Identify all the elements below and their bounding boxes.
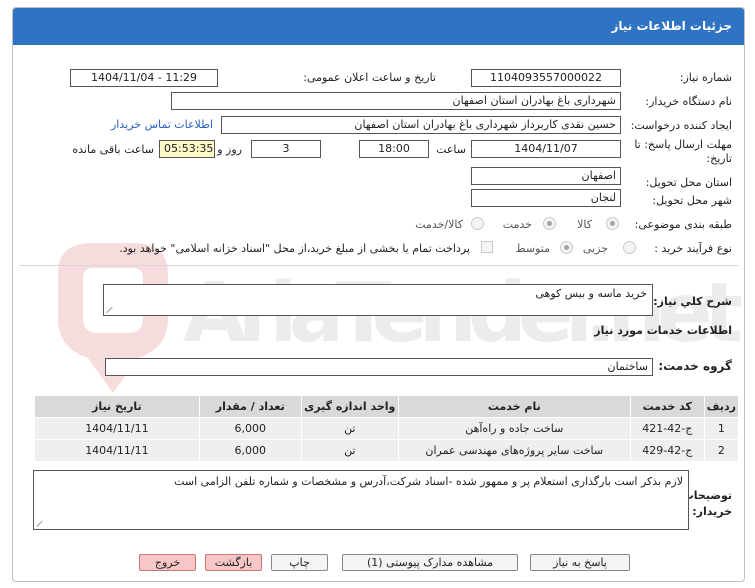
summary-text: خرید ماسه و بیس کوهی: [535, 287, 647, 300]
remaining-time-field: 05:53:35: [159, 140, 215, 158]
col-quantity: تعداد / مقدار: [198, 395, 302, 418]
services-section-title: اطلاعات خدمات مورد نیاز: [594, 324, 732, 337]
buyer-contact-link[interactable]: اطلاعات تماس خریدار: [111, 118, 213, 131]
announce-datetime-label: تاریخ و ساعت اعلان عمومی:: [303, 71, 436, 84]
cell-service-code: ج-42-429: [629, 439, 705, 462]
need-number-field[interactable]: 1104093557000022: [471, 69, 621, 87]
print-button[interactable]: چاپ: [271, 554, 328, 571]
category-option-goods-service: کالا/خدمت: [415, 218, 463, 231]
reply-button[interactable]: پاسخ به نیاز: [530, 554, 630, 571]
section-divider: [19, 265, 738, 266]
announce-datetime-field[interactable]: 1404/11/04 - 11:29: [70, 69, 218, 87]
days-field[interactable]: 3: [251, 140, 321, 158]
deadline-label-text: مهلت ارسال پاسخ: تا تاریخ:: [634, 138, 732, 165]
resize-grip-icon[interactable]: [37, 519, 45, 527]
need-details-window: جزئیات اطلاعات نیاز AriaTender.net شماره…: [12, 7, 745, 582]
category-radio-service[interactable]: [543, 217, 556, 230]
services-table-header: ردیف کد خدمت نام خدمت واحد اندازه گیری ت…: [34, 395, 740, 418]
buyer-notes-textarea[interactable]: لازم بذکر است بارگذاری استعلام پر و ممهو…: [33, 470, 689, 530]
deadline-time-field[interactable]: 18:00: [359, 140, 429, 158]
city-field[interactable]: لنجان: [471, 189, 621, 207]
treasury-payment-note: پرداخت تمام یا بخشی از مبلغ خرید،از محل …: [119, 242, 470, 255]
process-radio-minor[interactable]: [623, 241, 636, 254]
process-option-minor: جزیی: [582, 242, 608, 255]
attachments-button[interactable]: مشاهده مدارک پیوستی (1): [342, 554, 518, 571]
category-option-service: خدمت: [502, 218, 532, 231]
province-label: استان محل تحویل:: [645, 176, 732, 189]
summary-label: شرح کلي نياز:: [653, 295, 732, 308]
cell-row: 2: [703, 439, 740, 462]
buyer-notes-label-text: توضیحات خریدار:: [682, 489, 732, 518]
category-radio-goods[interactable]: [606, 217, 619, 230]
deadline-label: مهلت ارسال پاسخ: تا تاریخ:: [624, 138, 732, 166]
services-table: ردیف کد خدمت نام خدمت واحد اندازه گیری ت…: [34, 395, 740, 462]
treasury-payment-checkbox[interactable]: [481, 241, 493, 253]
cell-unit: تن: [300, 417, 399, 440]
col-unit: واحد اندازه گیری: [300, 395, 399, 418]
category-option-goods: کالا: [577, 218, 592, 231]
process-label: نوع فرآیند خرید :: [654, 242, 732, 255]
table-row[interactable]: 1 ج-42-421 ساخت جاده و راه‌آهن تن 6,000 …: [34, 417, 740, 440]
back-button[interactable]: بازگشت: [205, 554, 262, 571]
cell-row: 1: [703, 417, 740, 440]
category-label: طبقه بندی موضوعی:: [634, 218, 732, 231]
deadline-date-field[interactable]: 1404/11/07: [471, 140, 621, 158]
summary-textarea[interactable]: خرید ماسه و بیس کوهی: [103, 284, 653, 316]
requester-label: ایجاد کننده درخواست:: [630, 119, 732, 132]
deadline-time-label: ساعت: [436, 143, 466, 156]
col-row: ردیف: [703, 395, 740, 418]
service-group-label: گروه خدمت:: [658, 359, 732, 373]
cell-need-date: 1404/11/11: [34, 439, 200, 462]
cell-service-name: ساخت جاده و راه‌آهن: [397, 417, 631, 440]
cell-quantity: 6,000: [198, 439, 302, 462]
need-number-label: شماره نیاز:: [679, 71, 732, 84]
watermark-logo: AriaTender.net: [58, 243, 743, 393]
col-need-date: تاریخ نیاز: [34, 395, 200, 418]
service-group-field[interactable]: ساختمان: [105, 358, 653, 376]
days-label: روز و: [217, 143, 242, 156]
window-title: جزئیات اطلاعات نیاز: [13, 8, 744, 45]
cell-need-date: 1404/11/11: [34, 417, 200, 440]
city-label: شهر محل تحویل:: [652, 194, 732, 207]
buyer-org-label: نام دستگاه خریدار:: [645, 95, 732, 108]
cell-unit: تن: [300, 439, 399, 462]
buyer-org-field[interactable]: شهرداری باغ بهادران استان اصفهان: [171, 92, 621, 110]
process-option-medium: متوسط: [515, 242, 550, 255]
exit-button[interactable]: خروج: [139, 554, 196, 571]
requester-field[interactable]: حسین نقدی کاربرداز شهرداری باغ بهادران ا…: [221, 116, 621, 134]
table-row[interactable]: 2 ج-42-429 ساخت سایر پروژه‌های مهندسی عم…: [34, 439, 740, 462]
buyer-notes-text: لازم بذکر است بارگذاری استعلام پر و ممهو…: [174, 475, 683, 488]
col-service-name: نام خدمت: [397, 395, 631, 418]
province-field[interactable]: اصفهان: [471, 167, 621, 185]
col-service-code: کد خدمت: [629, 395, 705, 418]
cell-quantity: 6,000: [198, 417, 302, 440]
category-radio-goods-service[interactable]: [471, 217, 484, 230]
cell-service-code: ج-42-421: [629, 417, 705, 440]
cell-service-name: ساخت سایر پروژه‌های مهندسی عمران: [397, 439, 631, 462]
remaining-time-label: ساعت باقی مانده: [72, 143, 154, 156]
process-radio-medium[interactable]: [560, 241, 573, 254]
resize-grip-icon[interactable]: [107, 305, 115, 313]
